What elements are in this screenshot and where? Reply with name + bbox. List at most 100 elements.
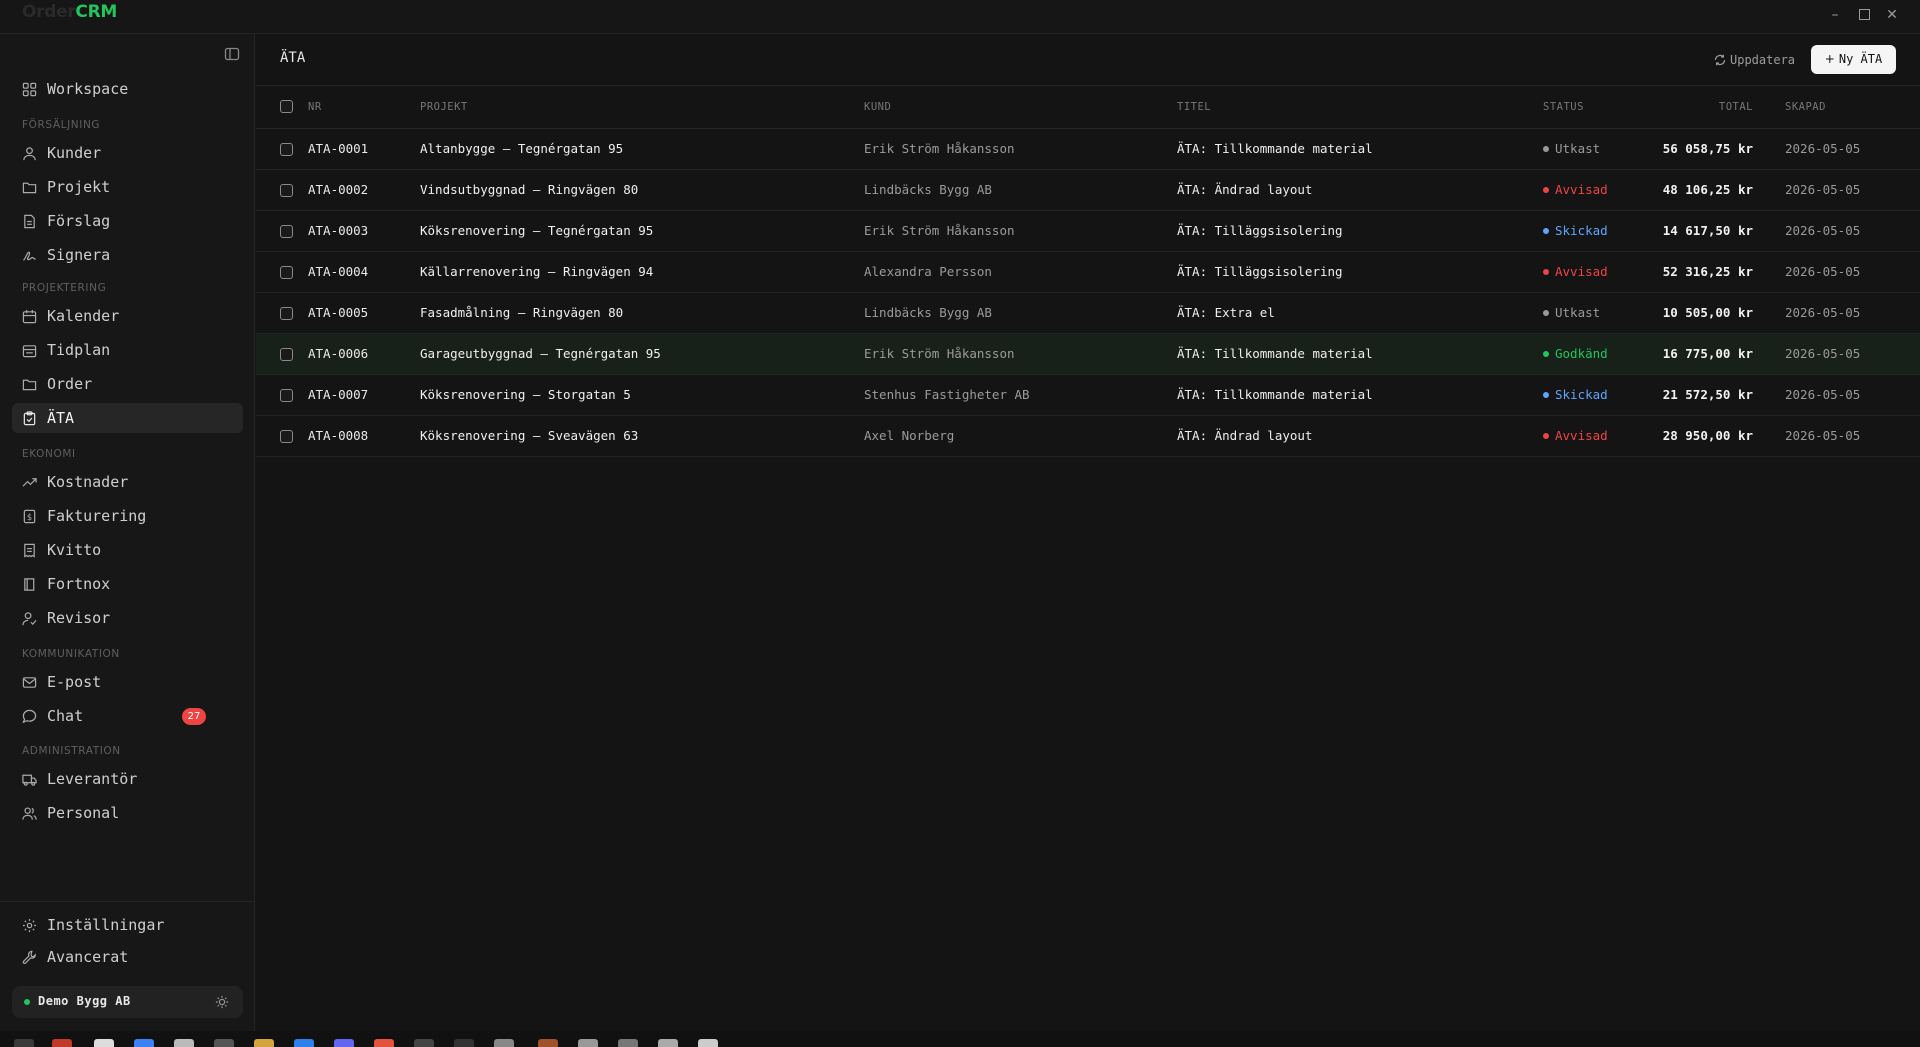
column-header-titel[interactable]: TITEL — [1177, 86, 1543, 128]
taskbar-app-icon[interactable] — [294, 1039, 314, 1047]
cell-projekt: Garageutbyggnad – Tegnérgatan 95 — [420, 346, 661, 361]
maximize-button[interactable] — [1851, 4, 1877, 26]
cell-skapad: 2026-05-05 — [1785, 387, 1861, 402]
table-row[interactable]: ATA-0007 Köksrenovering – Storgatan 5 Sten… — [256, 374, 1920, 415]
taskbar-app-icon[interactable] — [214, 1039, 234, 1047]
cell-status: Avvisad — [1543, 415, 1645, 456]
sidebar-item-chat[interactable]: Chat 27 — [12, 701, 243, 731]
wrench-icon — [22, 950, 36, 965]
table-row[interactable]: ATA-0005 Fasadmålning – Ringvägen 80 Lindb… — [256, 292, 1920, 333]
table-row[interactable]: ATA-0002 Vindsutbyggnad – Ringvägen 80 Lin… — [256, 169, 1920, 210]
table-row[interactable]: ATA-0008 Köksrenovering – Sveavägen 63 Axe… — [256, 415, 1920, 456]
table-row[interactable]: ATA-0004 Källarrenovering – Ringvägen 94 A… — [256, 251, 1920, 292]
sidebar-item-projekt[interactable]: Projekt — [12, 172, 243, 202]
cell-projekt: Köksrenovering – Sveavägen 63 — [420, 428, 639, 443]
row-checkbox[interactable] — [280, 348, 293, 361]
sidebar-item-kostnader[interactable]: Kostnader — [12, 467, 243, 497]
column-header-total[interactable]: TOTAL — [1645, 86, 1753, 128]
app-logo: OrderCRM — [22, 2, 118, 22]
sidebar-item-kunder[interactable]: Kunder — [12, 138, 243, 168]
taskbar-app-icon[interactable] — [254, 1039, 274, 1047]
table-header-row: NR PROJEKT KUND TITEL STATUS TOTAL SKAPA… — [256, 86, 1920, 128]
taskbar-app-icon[interactable] — [578, 1039, 598, 1047]
status-dot — [1543, 269, 1549, 275]
taskbar-app-icon[interactable] — [494, 1039, 514, 1047]
cell-nr: ATA-0007 — [308, 387, 369, 402]
sidebar-item-leverantor[interactable]: Leverantör — [12, 764, 243, 794]
gear-icon — [22, 918, 37, 933]
close-window-button[interactable]: ✕ — [1879, 4, 1905, 26]
sidebar-item-signera[interactable]: Signera — [12, 240, 243, 270]
column-header-projekt[interactable]: PROJEKT — [420, 86, 864, 128]
sidebar-toggle-icon[interactable] — [224, 46, 242, 64]
cell-titel: ÄTA: Tillkommande material — [1177, 346, 1373, 361]
taskbar-app-icon[interactable] — [658, 1039, 678, 1047]
page-title: ÄTA — [280, 50, 306, 66]
sidebar-item-epost[interactable]: E-post — [12, 667, 243, 697]
column-header-kund[interactable]: KUND — [864, 86, 1177, 128]
taskbar-app-icon[interactable] — [94, 1039, 114, 1047]
sidebar-item-personal[interactable]: Personal — [12, 798, 243, 828]
taskbar-app-icon[interactable] — [52, 1039, 72, 1047]
sidebar-item-fortnox[interactable]: Fortnox — [12, 569, 243, 599]
cell-titel: ÄTA: Tilläggsisolering — [1177, 264, 1343, 279]
new-ata-label: Ny ÄTA — [1838, 52, 1883, 66]
taskbar-app-icon[interactable] — [334, 1039, 354, 1047]
new-ata-button[interactable]: + Ny ÄTA — [1811, 45, 1896, 74]
sidebar-item-kalender[interactable]: Kalender — [12, 301, 243, 331]
taskbar-app-icon[interactable] — [618, 1039, 638, 1047]
taskbar-app-icon[interactable] — [698, 1039, 718, 1047]
status-label: Godkänd — [1555, 346, 1608, 361]
sidebar-item-revisor[interactable]: Revisor — [12, 603, 243, 633]
refresh-button[interactable]: Uppdatera — [1706, 46, 1803, 74]
sidebar-item-ata[interactable]: ÄTA — [12, 403, 243, 433]
sun-icon[interactable] — [215, 995, 229, 1009]
table-row[interactable]: ATA-0003 Köksrenovering – Tegnérgatan 95 E… — [256, 210, 1920, 251]
minimize-button[interactable]: – — [1822, 4, 1848, 26]
table-row[interactable]: ATA-0006 Garageutbyggnad – Tegnérgatan 95… — [256, 333, 1920, 374]
sidebar-divider — [0, 901, 255, 902]
status-dot — [1543, 392, 1549, 398]
table-row[interactable]: ATA-0001 Altanbygge – Tegnérgatan 95 Erik … — [256, 128, 1920, 169]
taskbar-app-icon[interactable] — [174, 1039, 194, 1047]
refresh-label: Uppdatera — [1730, 53, 1796, 67]
row-checkbox[interactable] — [280, 184, 293, 197]
taskbar-app-icon[interactable] — [14, 1039, 34, 1047]
taskbar-app-icon[interactable] — [538, 1039, 558, 1047]
sidebar-item-installningar[interactable]: Inställningar — [12, 910, 243, 940]
row-checkbox[interactable] — [280, 430, 293, 443]
row-checkbox[interactable] — [280, 307, 293, 320]
sidebar-item-kvitto[interactable]: Kvitto — [12, 535, 243, 565]
sidebar-item-order[interactable]: Order — [12, 369, 243, 399]
sidebar-item-fakturering[interactable]: $ Fakturering — [12, 501, 243, 531]
company-switcher[interactable]: Demo Bygg AB — [12, 986, 243, 1018]
taskbar-app-icon[interactable] — [134, 1039, 154, 1047]
sidebar-item-tidplan[interactable]: Tidplan — [12, 335, 243, 365]
sidebar-item-forslag[interactable]: Förslag — [12, 206, 243, 236]
os-taskbar — [0, 1031, 1920, 1047]
taskbar-app-icon[interactable] — [414, 1039, 434, 1047]
select-all-checkbox[interactable] — [280, 100, 293, 114]
grid-icon — [22, 82, 37, 97]
column-header-status[interactable]: STATUS — [1543, 86, 1645, 128]
row-checkbox[interactable] — [280, 389, 293, 402]
cell-titel: ÄTA: Tillkommande material — [1177, 141, 1373, 156]
truck-icon — [22, 774, 37, 786]
cell-nr: ATA-0004 — [308, 264, 369, 279]
column-header-nr[interactable]: NR — [308, 86, 420, 128]
chat-unread-badge: 27 — [182, 708, 206, 725]
sidebar-item-workspace[interactable]: Workspace — [12, 74, 243, 104]
cell-titel: ÄTA: Ändrad layout — [1177, 182, 1313, 197]
row-checkbox[interactable] — [280, 225, 293, 238]
sidebar-item-avancerat[interactable]: Avancerat — [12, 942, 243, 972]
plus-icon: + — [1824, 52, 1835, 66]
column-header-skapad[interactable]: SKAPAD — [1753, 86, 1920, 128]
sidebar-item-label: Kostnader — [47, 473, 129, 491]
taskbar-app-icon[interactable] — [454, 1039, 474, 1047]
row-checkbox[interactable] — [280, 266, 293, 279]
row-checkbox[interactable] — [280, 143, 293, 156]
taskbar-app-icon[interactable] — [374, 1039, 394, 1047]
cell-projekt: Köksrenovering – Storgatan 5 — [420, 387, 631, 402]
status-label: Avvisad — [1555, 264, 1608, 279]
cell-status: Avvisad — [1543, 169, 1645, 210]
